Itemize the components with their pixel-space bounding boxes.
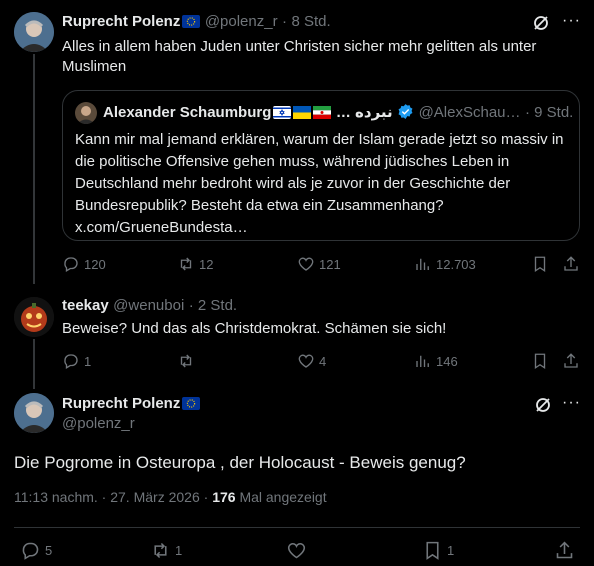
reply-icon	[64, 354, 78, 369]
more-icon[interactable]: ···	[562, 12, 581, 30]
tweet-text: Alles in allem haben Juden unter Christe…	[62, 38, 537, 75]
share-icon	[564, 256, 578, 271]
reply-count: 1	[84, 353, 92, 369]
grok-icon[interactable]	[532, 14, 550, 37]
heart-icon	[287, 542, 306, 559]
bookmark-button[interactable]	[531, 352, 549, 370]
ukraine-flag-icon	[293, 106, 312, 119]
repost-button[interactable]: 1	[150, 540, 182, 561]
tweet3-header: Ruprecht Polenz	[62, 395, 201, 413]
thread-line	[33, 54, 35, 284]
quote-tweet[interactable]: Alexander Schaumburg … نبرده @AlexSchau……	[62, 90, 580, 241]
share-icon	[564, 353, 578, 368]
tweet-text: Beweise? Und das als Christdemokrat. Sch…	[62, 320, 447, 337]
like-count: 121	[319, 256, 341, 272]
repost-icon	[154, 542, 167, 559]
tweet1-header: Ruprecht Polenz @polenz_r · 8 Std.	[62, 13, 331, 31]
analytics-icon	[416, 258, 429, 270]
divider	[14, 527, 580, 528]
analytics-icon	[416, 355, 429, 367]
share-button[interactable]	[562, 352, 580, 370]
reply-count: 120	[84, 256, 106, 272]
repost-icon	[180, 257, 192, 271]
like-button[interactable]: 121	[297, 255, 341, 273]
like-count: 4	[319, 353, 327, 369]
reply-button[interactable]: 5	[20, 540, 52, 561]
author-handle[interactable]: @polenz_r	[62, 415, 135, 432]
reply-icon	[64, 257, 78, 272]
author-handle[interactable]: @polenz_r	[205, 13, 278, 30]
reply-icon	[22, 542, 39, 560]
like-button[interactable]	[286, 540, 311, 561]
repost-button[interactable]	[177, 352, 199, 370]
bookmark-button[interactable]	[531, 255, 549, 273]
bookmark-icon	[426, 541, 439, 560]
heart-icon	[298, 257, 314, 271]
repost-count: 1	[175, 543, 183, 558]
avatar-polenz[interactable]	[14, 12, 54, 52]
repost-count: 12	[199, 256, 214, 272]
bookmark-button[interactable]: 1	[422, 540, 454, 561]
quote-handle: @AlexSchau…	[418, 104, 521, 121]
author-name[interactable]: teekay	[62, 297, 109, 314]
eu-flag-icon	[182, 15, 201, 28]
quote-header: Alexander Schaumburg … نبرده @AlexSchau……	[103, 103, 573, 122]
separator: ·	[282, 13, 288, 30]
thread-line	[33, 339, 35, 389]
eu-flag-icon	[182, 397, 201, 410]
author-name[interactable]: Ruprecht Polenz	[62, 395, 180, 412]
quote-text: Kann mir mal jemand erklären, warum der …	[75, 131, 564, 236]
views-label: Mal angezeigt	[239, 489, 327, 505]
bookmark-icon	[534, 256, 546, 273]
views-button[interactable]: 12.703	[414, 255, 476, 273]
israel-flag-icon	[273, 106, 292, 119]
tweet-time[interactable]: · 2 Std.	[189, 297, 237, 314]
avatar-polenz[interactable]	[14, 393, 54, 433]
repost-button[interactable]: 12	[177, 255, 213, 273]
reply-count: 5	[45, 543, 53, 558]
iran-flag-icon	[313, 106, 332, 119]
views-button[interactable]: 146	[414, 352, 458, 370]
bookmark-icon	[534, 353, 546, 370]
grok-icon[interactable]	[534, 396, 552, 419]
like-button[interactable]: 4	[297, 352, 326, 370]
heart-icon	[298, 354, 314, 368]
verified-badge-icon	[398, 104, 413, 119]
avatar-teekay[interactable]	[14, 297, 54, 337]
share-button[interactable]	[554, 540, 575, 561]
quote-author-name: Alexander Schaumburg	[103, 104, 272, 121]
repost-icon	[180, 354, 192, 368]
bookmark-count: 1	[447, 543, 455, 558]
tweet-meta: 11:13 nachm. · 27. März 2026 · 176 Mal a…	[14, 489, 327, 505]
author-name[interactable]: Ruprecht Polenz	[62, 13, 180, 30]
views-number: 176	[212, 489, 236, 505]
tweet2-header: teekay @wenuboi · 2 Std.	[62, 297, 237, 315]
share-icon	[556, 541, 573, 559]
more-icon[interactable]: ···	[562, 394, 581, 412]
author-handle[interactable]: @wenuboi	[113, 297, 184, 314]
quote-time: · 9 Std.	[524, 104, 574, 121]
avatar-schaumburg	[75, 102, 97, 124]
reply-button[interactable]: 120	[62, 255, 106, 273]
share-button[interactable]	[562, 255, 580, 273]
tweet-time[interactable]: 8 Std.	[292, 13, 331, 30]
view-count: 12.703	[436, 256, 476, 272]
quote-author-suffix: … نبرده	[335, 104, 393, 121]
tweet-text: Die Pogrome in Osteuropa , der Holocaust…	[14, 453, 466, 472]
view-count: 146	[436, 353, 458, 369]
reply-button[interactable]: 1	[62, 352, 91, 370]
timestamp[interactable]: 11:13 nachm. · 27. März 2026 ·	[14, 489, 208, 505]
